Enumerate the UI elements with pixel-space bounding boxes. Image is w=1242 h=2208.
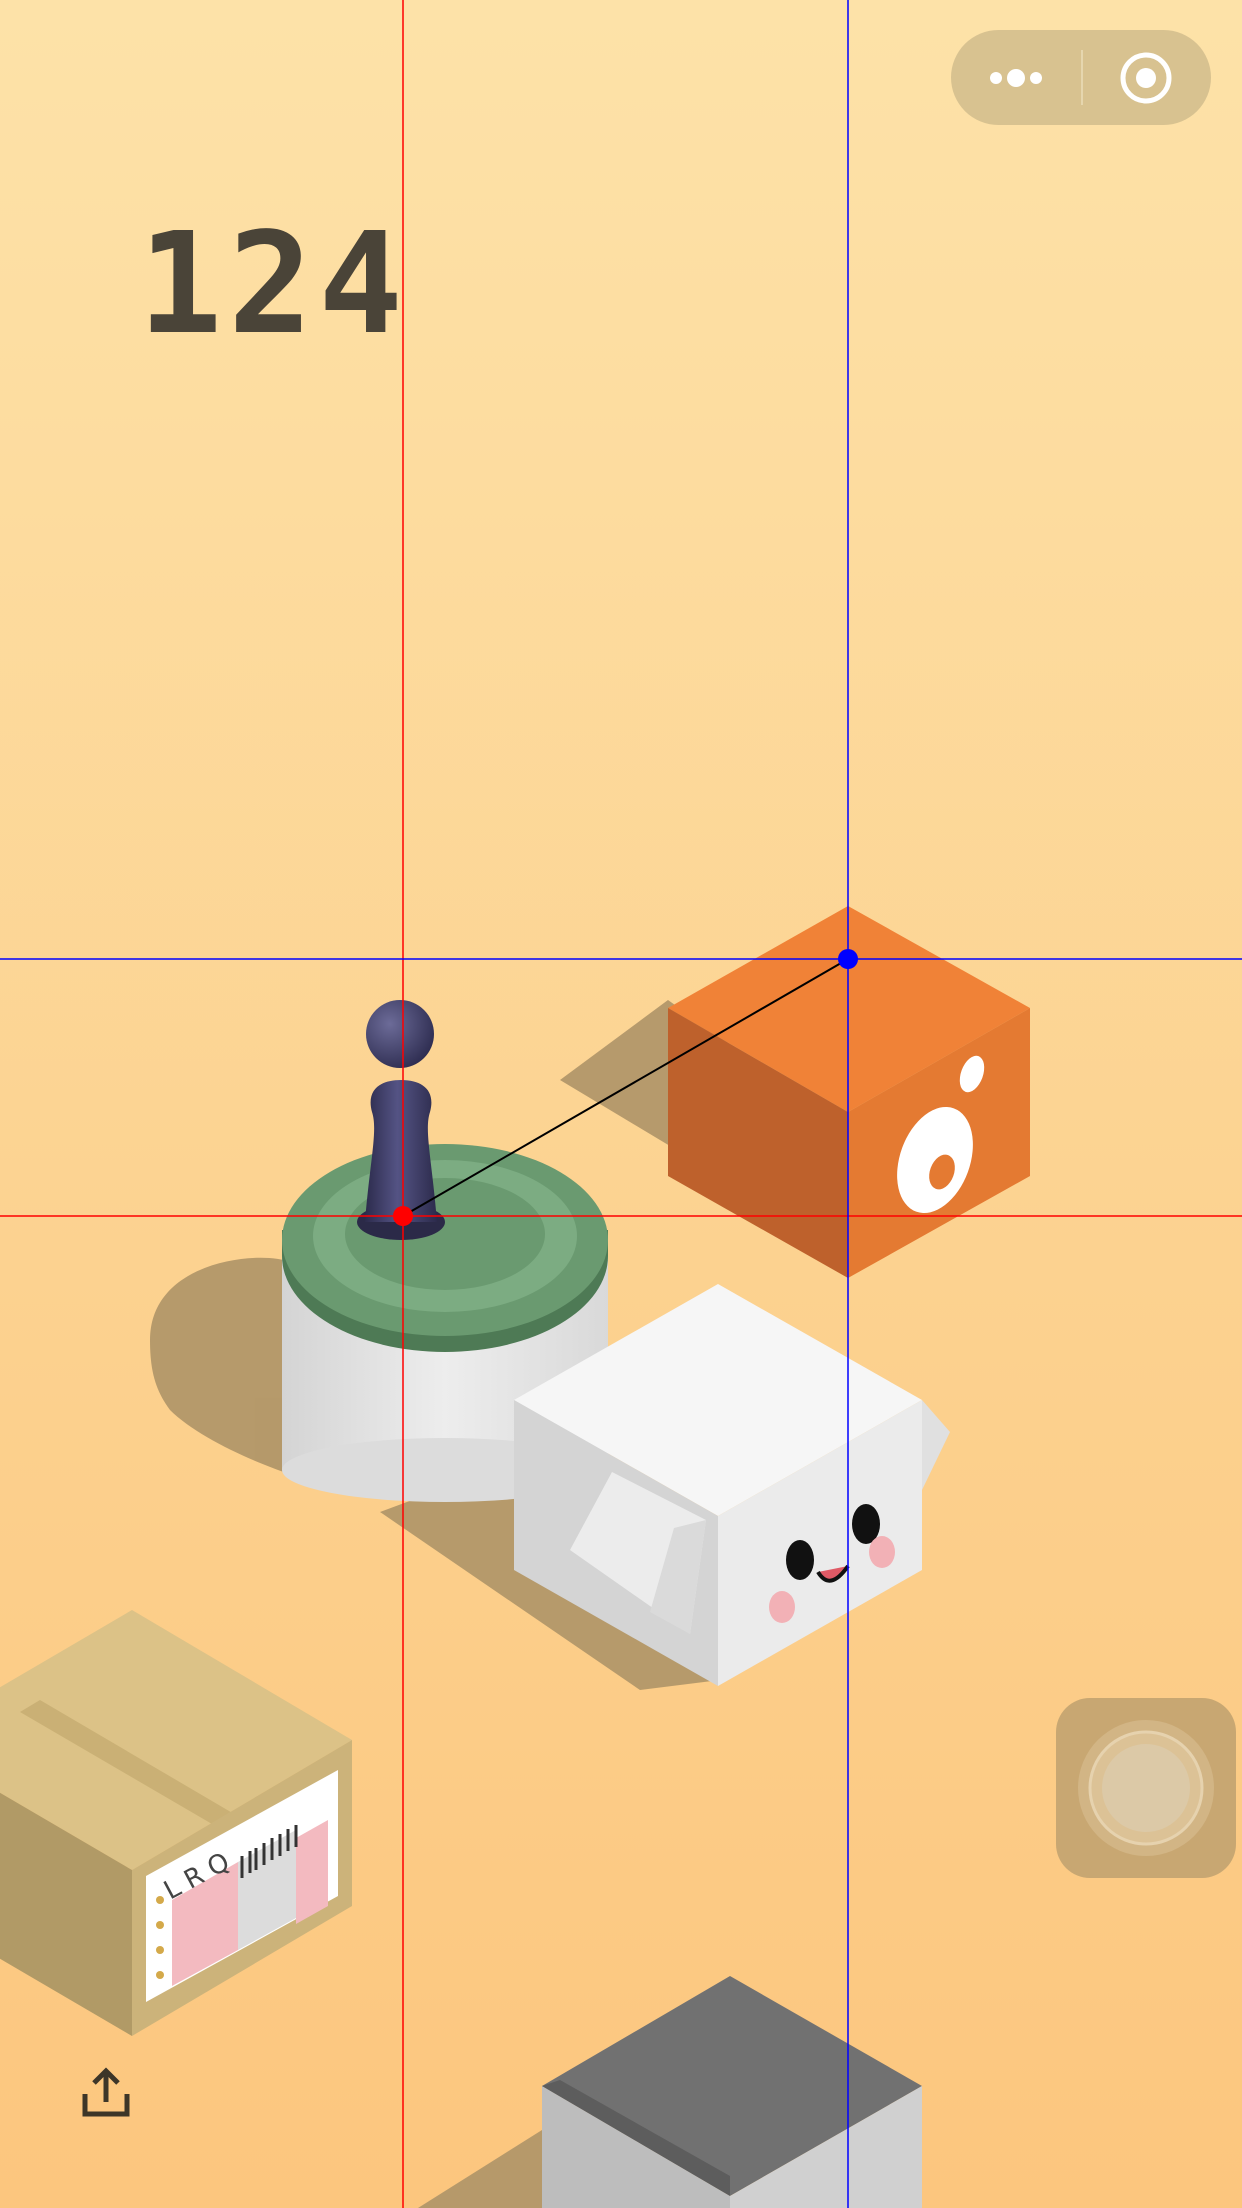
close-program-button[interactable] [1081, 30, 1211, 125]
floating-action-button[interactable] [1056, 1698, 1236, 1878]
score-counter: 124 [138, 203, 409, 366]
player-marker [393, 1206, 413, 1226]
more-menu-button[interactable] [951, 30, 1081, 125]
target-circle-icon [1120, 52, 1172, 103]
face-eye-left [786, 1540, 814, 1580]
more-dots-icon [990, 68, 1042, 87]
float-button-circle-icon [1078, 1720, 1214, 1856]
target-marker [838, 949, 858, 969]
share-button[interactable] [78, 2066, 134, 2122]
player-head [366, 1000, 434, 1068]
share-icon [82, 2067, 130, 2117]
mini-program-capsule [951, 30, 1211, 125]
